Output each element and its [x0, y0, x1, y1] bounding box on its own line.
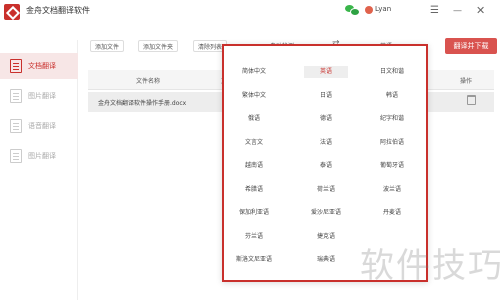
file-name: 金舟文档翻译软件操作手册.docx — [98, 100, 187, 107]
language-option[interactable]: 纪字和谐 — [370, 113, 414, 125]
language-option[interactable]: 葡萄牙语 — [370, 160, 414, 172]
language-option[interactable]: 保加利亚语 — [232, 207, 276, 219]
language-option[interactable]: 日文和谐 — [370, 66, 414, 78]
language-option[interactable]: 英语 — [304, 66, 348, 78]
language-option[interactable]: 芬兰语 — [232, 231, 276, 243]
language-option[interactable]: 越南语 — [232, 160, 276, 172]
language-option[interactable]: 俄语 — [232, 113, 276, 125]
language-option[interactable]: 法语 — [304, 137, 348, 149]
language-option[interactable]: 文言文 — [232, 137, 276, 149]
watermark-text: 软件技巧 — [360, 246, 500, 286]
language-option[interactable]: 波兰语 — [370, 184, 414, 196]
language-option[interactable]: 爱沙尼亚语 — [304, 207, 348, 219]
app-title: 金舟文档翻译软件 — [26, 6, 90, 15]
language-option[interactable]: 捷克语 — [304, 231, 348, 243]
picture-icon — [10, 149, 22, 163]
language-option[interactable]: 泰语 — [304, 160, 348, 172]
column-header-actions: 操作 — [460, 78, 473, 85]
voice-icon — [10, 119, 22, 133]
language-option[interactable]: 繁体中文 — [232, 90, 276, 102]
language-option[interactable]: 荷兰语 — [304, 184, 348, 196]
column-header-filename: 文件名称 — [136, 78, 161, 85]
image-icon — [10, 89, 22, 103]
title-bar: 金舟文档翻译软件 Lyan ☰ — ✕ — [0, 0, 500, 24]
sidebar-item-image-translate[interactable]: 图片翻译 — [0, 83, 78, 109]
add-folder-button[interactable]: 添加文件夹 — [138, 40, 179, 52]
language-option[interactable]: 日语 — [304, 90, 348, 102]
language-option[interactable]: 韩语 — [370, 90, 414, 102]
sidebar-item-document-translate[interactable]: 文档翻译 — [0, 53, 78, 79]
sidebar: 文档翻译 图片翻译 语音翻译 图片翻译 — [0, 40, 78, 300]
user-name[interactable]: Lyan — [375, 5, 391, 13]
minimize-icon[interactable]: — — [453, 4, 462, 18]
app-logo — [4, 4, 20, 20]
sidebar-item-voice-translate[interactable]: 语音翻译 — [0, 113, 78, 139]
sidebar-item-label: 文档翻译 — [28, 62, 56, 70]
language-option[interactable]: 简体中文 — [232, 66, 276, 78]
sidebar-item-label: 语音翻译 — [28, 122, 56, 130]
sidebar-item-label: 图片翻译 — [28, 152, 56, 160]
document-icon — [10, 59, 22, 73]
language-option[interactable]: 阿拉伯语 — [370, 137, 414, 149]
close-icon[interactable]: ✕ — [476, 4, 485, 18]
sidebar-item-picture-translate[interactable]: 图片翻译 — [0, 143, 78, 169]
sidebar-item-label: 图片翻译 — [28, 92, 56, 100]
language-option[interactable]: 希腊语 — [232, 184, 276, 196]
language-option[interactable]: 丹麦语 — [370, 207, 414, 219]
user-avatar-icon[interactable] — [365, 6, 373, 14]
language-option[interactable]: 瑞典语 — [304, 254, 348, 266]
wechat-icon[interactable] — [345, 4, 360, 16]
add-file-button[interactable]: 添加文件 — [90, 40, 125, 52]
language-option[interactable]: 德语 — [304, 113, 348, 125]
trash-icon[interactable] — [467, 95, 476, 105]
language-option[interactable]: 斯洛文尼亚语 — [232, 254, 276, 266]
translate-button[interactable]: 翻译并下载 — [445, 38, 497, 54]
menu-icon[interactable]: ☰ — [430, 4, 439, 18]
